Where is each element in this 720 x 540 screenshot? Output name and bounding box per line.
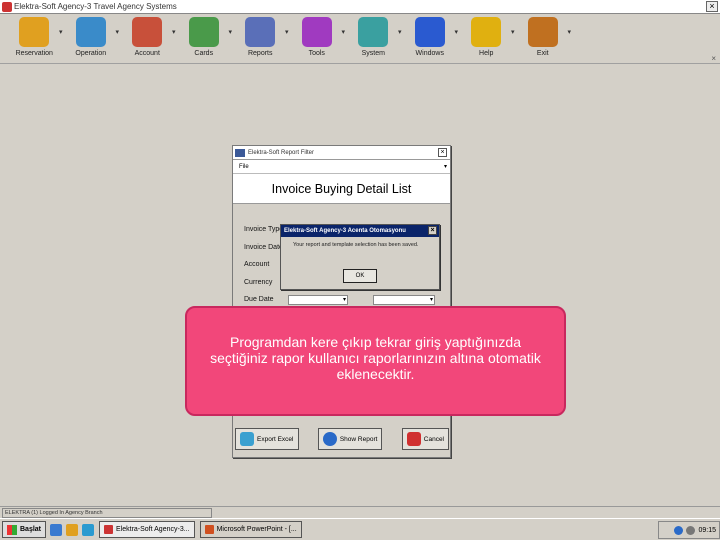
tutorial-callout: Programdan kere çıkıp tekrar giriş yaptı… bbox=[185, 306, 566, 416]
toolbar-label: Account bbox=[134, 50, 160, 57]
message-box-text: Your report and template selection has b… bbox=[293, 242, 419, 248]
cancel-button[interactable]: Cancel bbox=[401, 428, 449, 450]
chevron-down-icon[interactable]: ▾ bbox=[430, 296, 433, 303]
chevron-down-icon[interactable]: ▾ bbox=[567, 28, 571, 36]
cancel-label: Cancel bbox=[423, 435, 444, 443]
toolbar-button-reservation[interactable]: Reservation ▾ bbox=[6, 14, 63, 64]
show-report-button[interactable]: Show Report bbox=[317, 428, 383, 450]
toolbar-button-help[interactable]: Help ▾ bbox=[458, 14, 515, 64]
system-tray: 09:15 bbox=[658, 521, 720, 539]
message-box-close-button[interactable]: × bbox=[428, 226, 437, 235]
task-button-agency[interactable]: Elektra-Soft Agency-3... bbox=[99, 521, 195, 538]
dialog-close-button[interactable]: × bbox=[438, 148, 447, 157]
label-invoice-date: Invoice Date bbox=[244, 244, 283, 251]
monitor-icon bbox=[414, 17, 445, 47]
toolbar-button-exit[interactable]: Exit ▾ bbox=[515, 14, 571, 64]
quicklaunch-folder-icon[interactable] bbox=[66, 523, 79, 536]
task-label-agency: Elektra-Soft Agency-3... bbox=[116, 526, 190, 533]
message-box: Elektra-Soft Agency-3 Acenta Otomasyonu … bbox=[280, 224, 440, 290]
chevron-down-icon[interactable]: ▾ bbox=[343, 296, 346, 303]
toolbar-button-system[interactable]: System ▾ bbox=[345, 14, 402, 64]
exit-door-icon bbox=[527, 17, 558, 47]
message-box-title-bar: Elektra-Soft Agency-3 Acenta Otomasyonu … bbox=[281, 225, 439, 237]
task-button-powerpoint[interactable]: Microsoft PowerPoint - [... bbox=[199, 521, 302, 538]
toolbar-button-account[interactable]: Account ▾ bbox=[119, 14, 176, 64]
toolbar-label: Reports bbox=[247, 50, 273, 57]
report-icon bbox=[245, 17, 276, 47]
start-button[interactable]: Başlat bbox=[2, 521, 47, 538]
label-due-date: Due Date bbox=[244, 296, 274, 303]
window-title: Elektra-Soft Agency-3 Travel Agency Syst… bbox=[14, 2, 177, 11]
task-label-powerpoint: Microsoft PowerPoint - [... bbox=[216, 526, 297, 533]
ledger-icon bbox=[132, 17, 163, 47]
window-title-bar: Elektra-Soft Agency-3 Travel Agency Syst… bbox=[0, 0, 720, 14]
help-icon bbox=[471, 17, 502, 47]
due-date-from-input[interactable]: ▾ bbox=[288, 295, 348, 305]
dialog-title-bar: Elektra-Soft Report Filter × bbox=[233, 146, 450, 160]
gears-icon bbox=[358, 17, 389, 47]
powerpoint-icon bbox=[204, 525, 214, 534]
callout-text: Programdan kere çıkıp tekrar giriş yaptı… bbox=[210, 334, 541, 382]
people-icon bbox=[19, 17, 50, 47]
window-close-button[interactable]: × bbox=[706, 1, 718, 12]
show-report-label: Show Report bbox=[339, 435, 378, 443]
toolbar-label: Operation bbox=[75, 50, 107, 57]
toolbar-button-tools[interactable]: Tools ▾ bbox=[289, 14, 345, 64]
label-invoice-type: Invoice Type bbox=[244, 226, 284, 233]
toolbar-label: Exit bbox=[536, 50, 549, 57]
ok-button[interactable]: OK bbox=[343, 269, 377, 283]
dialog-title: Elektra-Soft Report Filter bbox=[248, 149, 315, 156]
label-account: Account bbox=[244, 261, 270, 268]
taskbar: Başlat Elektra-Soft Agency-3... Microsof… bbox=[0, 518, 720, 540]
toolbar-button-windows[interactable]: Windows ▾ bbox=[402, 14, 458, 64]
agency-app-icon bbox=[104, 525, 114, 534]
report-header-title: Invoice Buying Detail List bbox=[233, 174, 450, 204]
dialog-menu-bar: File ▾ bbox=[233, 160, 450, 174]
globe-icon bbox=[75, 17, 106, 47]
toolbar-button-operation[interactable]: Operation ▾ bbox=[63, 14, 119, 64]
start-label: Başlat bbox=[20, 526, 42, 533]
network-icon[interactable] bbox=[674, 525, 684, 535]
toolbar-label: Tools bbox=[308, 50, 325, 57]
volume-icon[interactable] bbox=[686, 525, 696, 535]
report-icon bbox=[322, 432, 337, 446]
toolbar-label: Reservation bbox=[15, 50, 53, 57]
dialog-app-icon bbox=[235, 148, 245, 157]
export-excel-label: Export Excel bbox=[257, 435, 294, 443]
menu-file[interactable]: File bbox=[239, 164, 249, 170]
toolbar-button-reports[interactable]: Reports ▾ bbox=[232, 14, 289, 64]
app-logo-icon bbox=[2, 1, 12, 12]
excel-icon bbox=[240, 432, 254, 446]
cards-icon bbox=[188, 17, 219, 47]
windows-logo-icon bbox=[7, 524, 17, 535]
message-box-title: Elektra-Soft Agency-3 Acenta Otomasyonu bbox=[284, 228, 406, 234]
clock: 09:15 bbox=[698, 526, 716, 534]
quicklaunch-desktop-icon[interactable] bbox=[50, 523, 63, 536]
cancel-x-icon bbox=[406, 432, 421, 446]
toolbar-label: Cards bbox=[194, 50, 214, 57]
label-currency: Currency bbox=[244, 279, 273, 286]
chevron-down-icon[interactable]: ▾ bbox=[444, 163, 447, 170]
export-excel-button[interactable]: Export Excel bbox=[235, 428, 299, 450]
dialog-button-row: Export Excel Show Report Cancel bbox=[235, 428, 449, 450]
status-bar: ELEKTRA (1) Logged In Agency Branch bbox=[0, 506, 720, 518]
main-toolbar: Reservation ▾ Operation ▾ Account ▾ Cards ▾ Repo… bbox=[0, 14, 720, 64]
toolbar-button-cards[interactable]: Cards ▾ bbox=[176, 14, 232, 64]
quicklaunch-browser-icon[interactable] bbox=[82, 523, 95, 536]
due-date-to-input[interactable]: ▾ bbox=[373, 295, 435, 305]
toolbar-label: Windows bbox=[415, 50, 444, 57]
tools-icon bbox=[301, 17, 332, 47]
toolbar-label: System bbox=[361, 50, 385, 57]
toolbar-close-icon[interactable]: × bbox=[711, 54, 716, 63]
status-text: ELEKTRA (1) Logged In Agency Branch bbox=[2, 508, 212, 518]
toolbar-label: Help bbox=[479, 50, 494, 57]
